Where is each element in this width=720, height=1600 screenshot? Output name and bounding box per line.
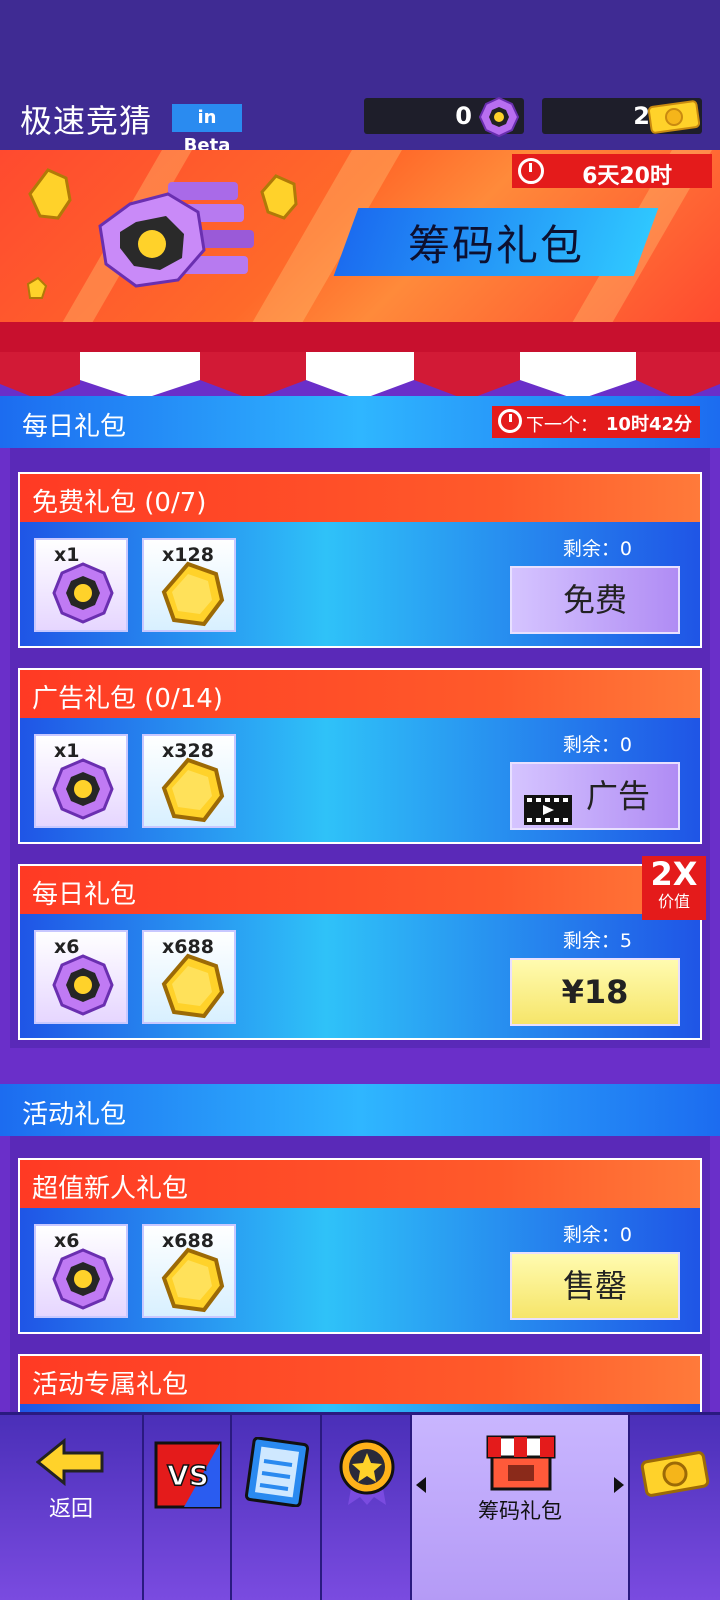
pack-title: 超值新人礼包: [32, 1174, 189, 1204]
chip-icon: [50, 952, 116, 1022]
coin-reward: x328: [142, 734, 236, 828]
double-value-badge: 2X 价值: [642, 856, 706, 920]
coin-reward: x688: [142, 930, 236, 1024]
pack-title: 活动专属礼包: [32, 1370, 189, 1400]
free-pack-card: 免费礼包 (0/7) x1 x128 剩余：0 免费: [18, 472, 702, 648]
coin-icon: [158, 756, 228, 830]
shop-icon: [486, 1431, 556, 1495]
chip-icon: [478, 96, 520, 142]
vs-icon: VS: [154, 1441, 222, 1513]
next-refresh-timer: 下一个： 10时42分: [492, 406, 700, 438]
chip-icon: [50, 560, 116, 630]
nav-tasks-button[interactable]: [232, 1415, 322, 1600]
ticket-balance[interactable]: 2: [542, 98, 702, 134]
newcomer-pack-card: 超值新人礼包 x6 x688 剩余：0 售罄: [18, 1158, 702, 1334]
nav-chip-pack-tab[interactable]: 筹码礼包: [412, 1415, 630, 1600]
remaining-count: 剩余：5: [562, 930, 632, 952]
pack-title: 每日礼包: [32, 880, 137, 910]
remaining-count: 剩余：0: [562, 1224, 632, 1246]
video-film-icon: [524, 782, 572, 846]
chip-reward: x6: [34, 930, 128, 1024]
banner-title: 筹码礼包: [407, 221, 584, 270]
chip-balance-amount: 0: [455, 102, 472, 130]
nav-ticket-button[interactable]: [630, 1415, 720, 1600]
chip-icon: [50, 756, 116, 826]
coin-icon: [158, 560, 228, 634]
sold-out-button[interactable]: 售罄: [510, 1252, 680, 1320]
chip-icon: [50, 1246, 116, 1316]
clock-icon: [518, 158, 544, 184]
nav-prev-arrow-icon[interactable]: [416, 1477, 426, 1493]
ticket-icon: [640, 1451, 710, 1501]
banner-chip-stack-graphic: [18, 160, 308, 314]
nav-back-button[interactable]: 返回: [0, 1415, 144, 1600]
remaining-count: 剩余：0: [562, 538, 632, 560]
pack-title: 免费礼包 (0/7): [32, 488, 207, 518]
daily-pack-card: 每日礼包 x6 x688 剩余：5 ¥18: [18, 864, 702, 1040]
ad-pack-card: 广告礼包 (0/14) x1 x328 剩余：0 广告: [18, 668, 702, 844]
promo-banner: 6天20时 筹码礼包: [0, 150, 720, 322]
coin-reward: x128: [142, 538, 236, 632]
svg-text:VS: VS: [167, 1459, 209, 1492]
buy-daily-pack-button[interactable]: ¥18: [510, 958, 680, 1026]
top-bar: 极速竞猜 in Beta 0 2: [0, 0, 720, 156]
coin-reward: x688: [142, 1224, 236, 1318]
ticket-icon: [647, 100, 701, 138]
event-section-header: 活动礼包: [0, 1084, 720, 1136]
watch-ad-button[interactable]: 广告: [510, 762, 680, 830]
nav-rank-button[interactable]: [322, 1415, 412, 1600]
chip-reward: x1: [34, 734, 128, 828]
checklist-icon: [244, 1436, 310, 1511]
star-medal-icon: [334, 1437, 400, 1511]
nav-vs-button[interactable]: VS: [144, 1415, 232, 1600]
remaining-count: 剩余：0: [562, 734, 632, 756]
page-title: 极速竞猜: [20, 102, 153, 140]
banner-timer: 6天20时: [512, 154, 712, 189]
claim-free-button[interactable]: 免费: [510, 566, 680, 634]
coin-icon: [158, 952, 228, 1026]
shop-awning-graphic: [0, 322, 720, 402]
coin-icon: [158, 1246, 228, 1320]
bottom-nav: 返回 VS 筹码礼包: [0, 1412, 720, 1600]
chip-balance[interactable]: 0: [364, 96, 524, 138]
chip-reward: x6: [34, 1224, 128, 1318]
daily-section-header: 每日礼包 下一个： 10时42分: [0, 396, 720, 448]
beta-badge: in Beta: [172, 104, 242, 156]
back-arrow-icon: [35, 1437, 106, 1491]
nav-next-arrow-icon[interactable]: [614, 1477, 624, 1493]
clock-icon: [498, 409, 522, 433]
pack-title: 广告礼包 (0/14): [32, 684, 223, 714]
chip-reward: x1: [34, 538, 128, 632]
